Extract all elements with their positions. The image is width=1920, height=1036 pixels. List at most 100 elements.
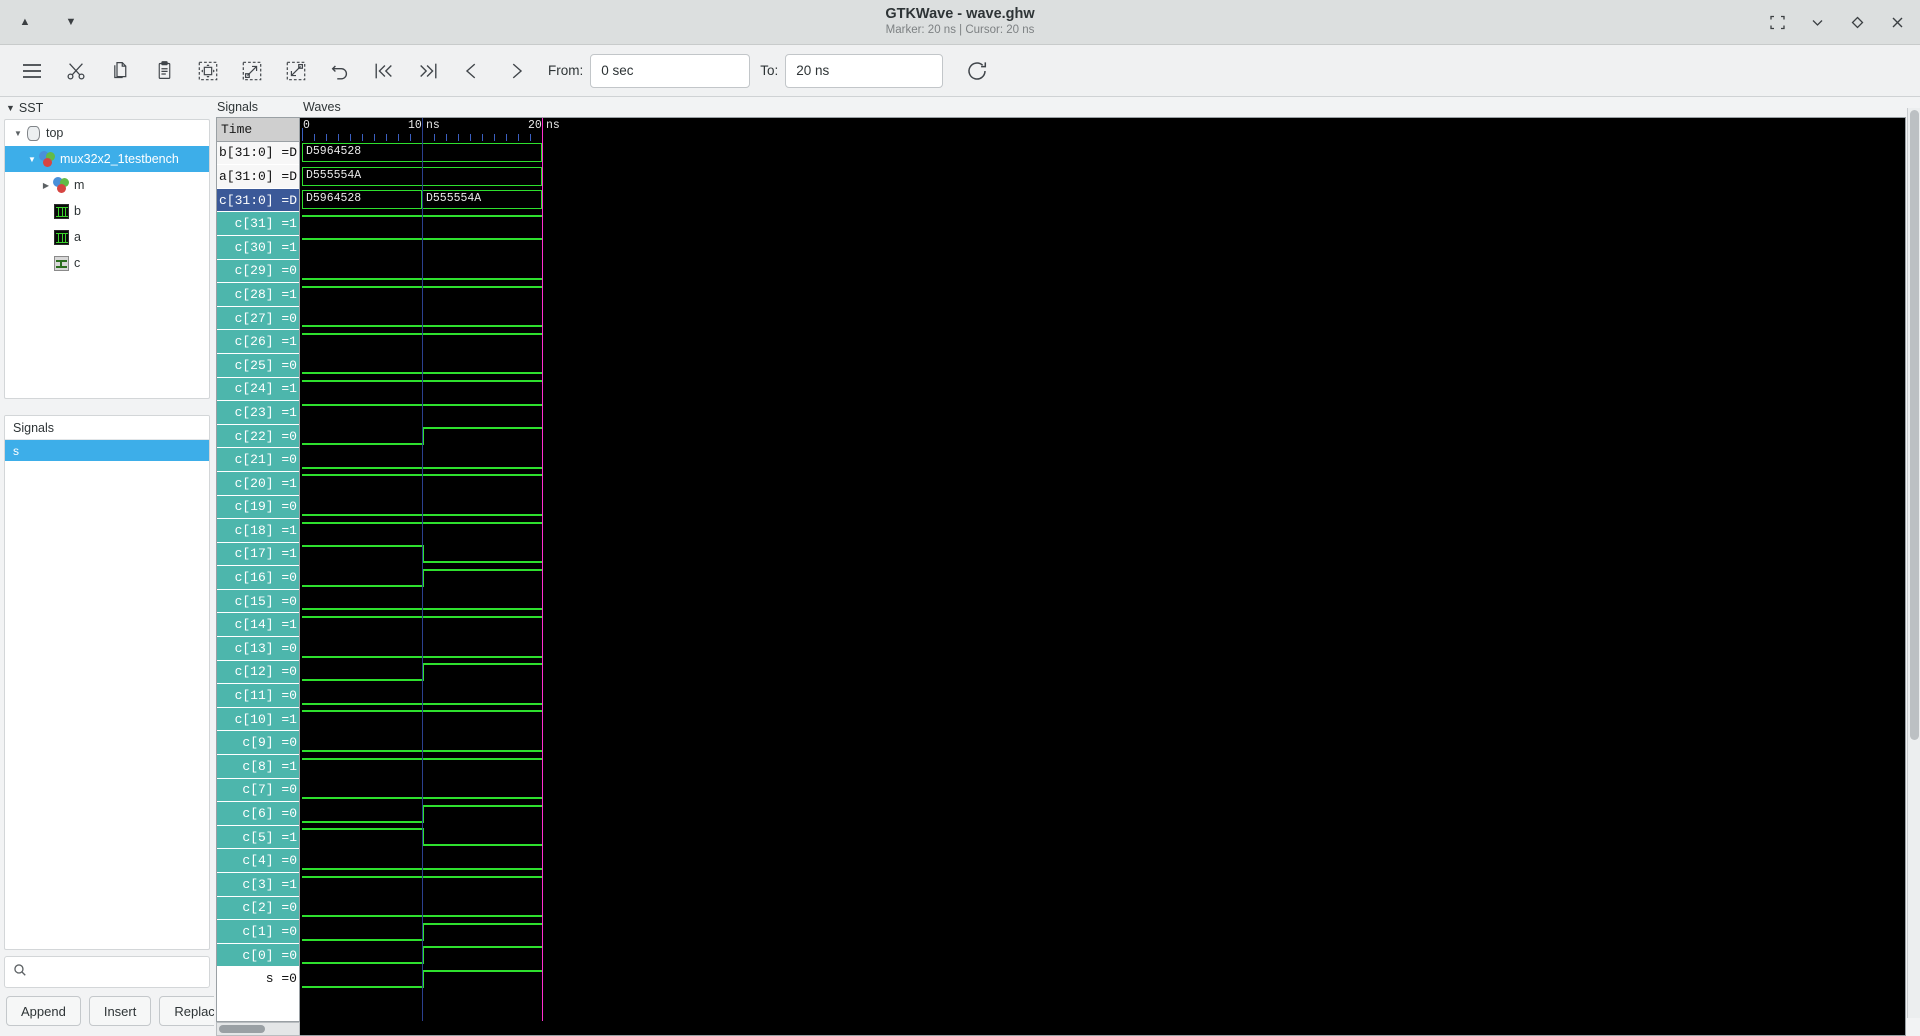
wave-row[interactable] — [300, 896, 1905, 920]
signal-name-a-31-0-d[interactable]: a[31:0] =D — [217, 165, 299, 189]
signal-name-c-bit-18[interactable]: c[18] =1 — [217, 519, 299, 543]
paste-icon[interactable] — [142, 51, 186, 91]
signal-name-c-bit-1[interactable]: c[1] =0 — [217, 920, 299, 944]
vertical-scrollbar-thumb[interactable] — [1910, 110, 1919, 740]
signals-panel-list[interactable]: s — [5, 440, 209, 949]
wave-row[interactable]: D5964528 D555554A — [300, 188, 1905, 212]
wave-row[interactable] — [300, 330, 1905, 354]
maximize-icon[interactable] — [1764, 9, 1790, 35]
menu-icon[interactable] — [10, 51, 54, 91]
signal-name-c-bit-27[interactable]: c[27] =0 — [217, 306, 299, 331]
signal-name-c-bit-0[interactable]: c[0] =0 — [217, 943, 299, 968]
chevron-down-icon[interactable] — [1804, 9, 1830, 35]
append-button[interactable]: Append — [6, 996, 81, 1026]
signal-name-c-bit-15[interactable]: c[15] =0 — [217, 589, 299, 614]
signal-name-c-bit-29[interactable]: c[29] =0 — [217, 259, 299, 284]
wave-row[interactable] — [300, 967, 1905, 991]
sst-tree-item-m[interactable]: ▶ m — [5, 172, 209, 198]
horizontal-scrollbar-thumb[interactable] — [219, 1025, 265, 1033]
wave-row[interactable] — [300, 448, 1905, 472]
insert-button[interactable]: Insert — [88, 996, 152, 1026]
signal-name-s[interactable]: s =0 — [217, 967, 299, 991]
signal-name-c-bit-21[interactable]: c[21] =0 — [217, 448, 299, 472]
sst-tree-item-b[interactable]: b — [5, 198, 209, 224]
wave-row[interactable] — [300, 613, 1905, 637]
wave-row[interactable] — [300, 637, 1905, 661]
time-ruler[interactable]: 0 10 ns 20 ns — [300, 118, 1905, 141]
wave-row[interactable]: D5964528 — [300, 141, 1905, 165]
sst-tree-item-c[interactable]: c — [5, 250, 209, 276]
undo-icon[interactable] — [318, 51, 362, 91]
signal-name-c-bit-6[interactable]: c[6] =0 — [217, 802, 299, 826]
wave-row[interactable] — [300, 401, 1905, 425]
signal-name-c-bit-16[interactable]: c[16] =0 — [217, 566, 299, 590]
zoom-fit-icon[interactable] — [186, 51, 230, 91]
wave-row[interactable] — [300, 424, 1905, 448]
wave-row[interactable] — [300, 731, 1905, 755]
sst-tree-item-a[interactable]: a — [5, 224, 209, 250]
chevron-down-icon[interactable]: ▼ — [11, 129, 25, 138]
wave-row[interactable] — [300, 755, 1905, 779]
wave-row[interactable]: D555554A — [300, 165, 1905, 189]
wave-row[interactable] — [300, 802, 1905, 826]
signal-name-c-bit-10[interactable]: c[10] =1 — [217, 707, 299, 732]
prev-edge-icon[interactable] — [450, 51, 494, 91]
wave-row[interactable] — [300, 542, 1905, 566]
wave-row[interactable] — [300, 235, 1905, 259]
wave-row[interactable] — [300, 825, 1905, 849]
sst-tree-item-mux32x2-1testbench[interactable]: ▼ mux32x2_1testbench — [5, 146, 209, 172]
wave-row[interactable] — [300, 519, 1905, 543]
signal-name-c-bit-7[interactable]: c[7] =0 — [217, 778, 299, 803]
horizontal-scrollbar[interactable] — [216, 1022, 300, 1036]
close-icon[interactable] — [1884, 9, 1910, 35]
signal-name-c-bit-24[interactable]: c[24] =1 — [217, 377, 299, 402]
wave-row[interactable] — [300, 943, 1905, 967]
wave-row[interactable] — [300, 471, 1905, 495]
signal-name-c-bit-31[interactable]: c[31] =1 — [217, 212, 299, 236]
sst-tree-item-top[interactable]: ▼ top — [5, 120, 209, 146]
wave-row[interactable] — [300, 849, 1905, 873]
signal-name-c-bit-17[interactable]: c[17] =1 — [217, 542, 299, 567]
wave-row[interactable] — [300, 377, 1905, 401]
triangle-down-icon[interactable]: ▼ — [60, 11, 82, 33]
wave-row[interactable] — [300, 259, 1905, 283]
chevron-right-icon[interactable]: ▶ — [39, 181, 53, 190]
signal-name-c-bit-12[interactable]: c[12] =0 — [217, 660, 299, 685]
zoom-in-icon[interactable] — [274, 51, 318, 91]
go-end-icon[interactable] — [406, 51, 450, 91]
signal-name-c-bit-4[interactable]: c[4] =0 — [217, 849, 299, 873]
signal-name-c-bit-25[interactable]: c[25] =0 — [217, 353, 299, 378]
signal-name-c-bit-11[interactable]: c[11] =0 — [217, 684, 299, 708]
signal-name-c-bit-8[interactable]: c[8] =1 — [217, 755, 299, 779]
wave-row[interactable] — [300, 212, 1905, 236]
signal-name-c-bit-5[interactable]: c[5] =1 — [217, 825, 299, 850]
restore-icon[interactable] — [1844, 9, 1870, 35]
signal-name-c-bit-30[interactable]: c[30] =1 — [217, 235, 299, 260]
cut-icon[interactable] — [54, 51, 98, 91]
sst-tree[interactable]: ▼ top ▼ mux32x2_1testbench ▶ m b a c — [4, 119, 210, 399]
chevron-down-icon[interactable]: ▼ — [25, 155, 39, 164]
signal-name-b-31-0-d[interactable]: b[31:0] =D — [217, 141, 299, 166]
triangle-up-icon[interactable]: ▲ — [14, 11, 36, 33]
signal-name-c-bit-20[interactable]: c[20] =1 — [217, 471, 299, 496]
wave-row[interactable] — [300, 589, 1905, 613]
signal-name-c-bit-26[interactable]: c[26] =1 — [217, 330, 299, 354]
wave-row[interactable] — [300, 283, 1905, 307]
signal-search-bar[interactable] — [4, 956, 210, 988]
signal-name-c-bit-3[interactable]: c[3] =1 — [217, 873, 299, 897]
from-input[interactable]: 0 sec — [590, 53, 751, 88]
wave-row[interactable] — [300, 566, 1905, 590]
wave-row[interactable] — [300, 873, 1905, 897]
reload-icon[interactable] — [955, 51, 999, 91]
signal-name-c-bit-28[interactable]: c[28] =1 — [217, 283, 299, 307]
next-edge-icon[interactable] — [494, 51, 538, 91]
signal-name-c-bit-2[interactable]: c[2] =0 — [217, 896, 299, 921]
copy-icon[interactable] — [98, 51, 142, 91]
signals-panel-item[interactable]: s — [5, 440, 209, 461]
to-input[interactable]: 20 ns — [785, 53, 944, 88]
signal-name-list[interactable]: Time b[31:0] =D a[31:0] =D c[31:0] =D c[31] … — [216, 117, 300, 1022]
wave-row[interactable] — [300, 778, 1905, 802]
signal-name-c-bit-19[interactable]: c[19] =0 — [217, 495, 299, 520]
zoom-out-icon[interactable] — [230, 51, 274, 91]
wave-row[interactable] — [300, 920, 1905, 944]
